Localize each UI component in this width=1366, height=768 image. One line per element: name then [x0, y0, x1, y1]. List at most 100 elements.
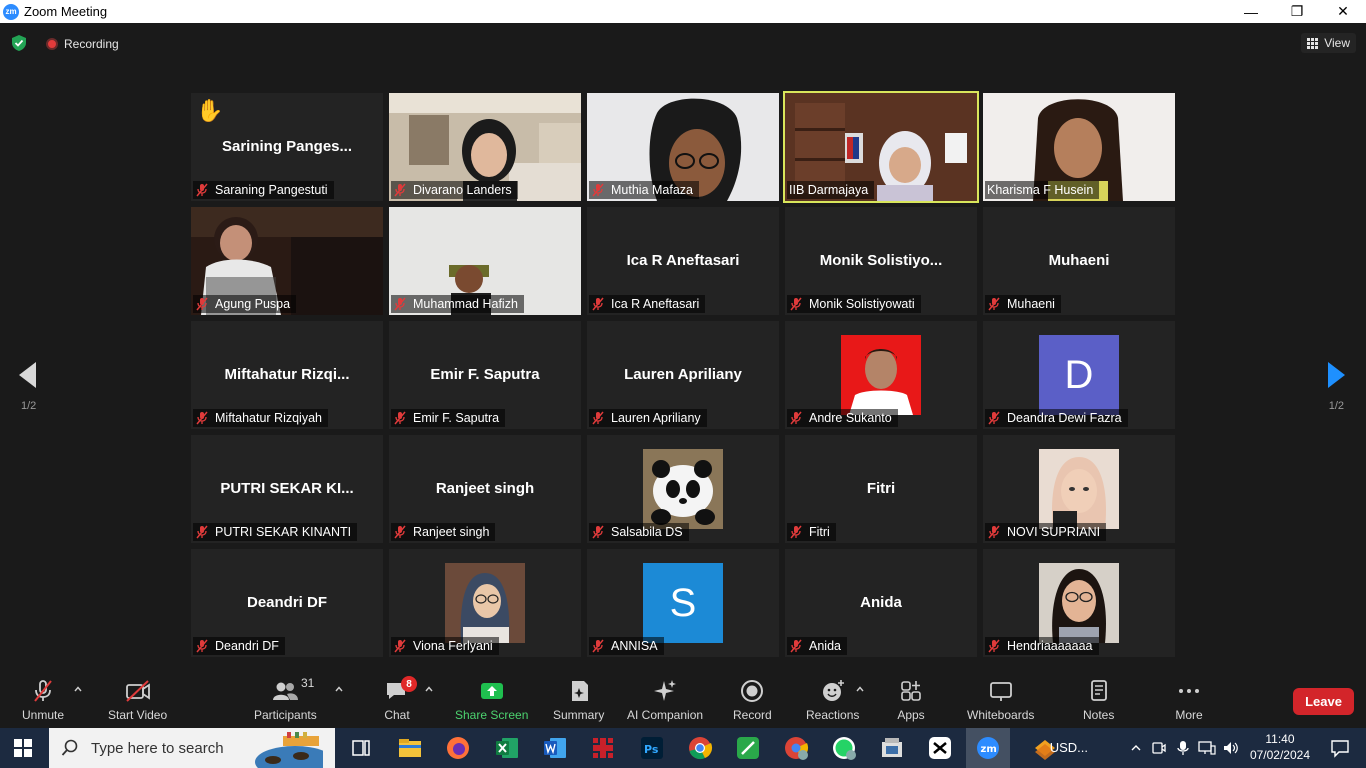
zoom-taskbar-button[interactable]: zm [966, 728, 1010, 768]
participant-tile[interactable]: S ANNISA [587, 549, 779, 657]
svg-text:Ps: Ps [644, 743, 659, 756]
leave-button[interactable]: Leave [1293, 688, 1354, 715]
grid-icon [1307, 37, 1319, 49]
start-video-button[interactable]: Start Video [108, 678, 167, 726]
tray-overflow-caret-icon[interactable] [1130, 742, 1142, 754]
taskbar-clock[interactable]: 11:40 07/02/2024 [1250, 731, 1310, 763]
summary-button[interactable]: Summary [553, 678, 604, 726]
excel-icon[interactable] [493, 734, 521, 762]
participant-name-label: Divarano Landers [391, 181, 518, 199]
green-pen-app-icon[interactable] [734, 734, 762, 762]
file-explorer-icon[interactable] [396, 734, 424, 762]
meet-now-icon[interactable] [1151, 740, 1167, 756]
chrome-profile-icon[interactable] [782, 734, 810, 762]
word-icon[interactable] [541, 734, 569, 762]
whatsapp-icon[interactable] [830, 734, 858, 762]
sparkle-icon [654, 680, 677, 701]
ai-companion-button[interactable]: AI Companion [627, 678, 703, 726]
participant-tile[interactable]: Deandri DF Deandri DF [191, 549, 383, 657]
participants-options-caret-icon[interactable] [334, 684, 344, 694]
security-shield-icon[interactable] [10, 34, 28, 52]
next-page-arrow-icon[interactable] [1320, 360, 1350, 390]
participant-name-label: Deandra Dewi Fazra [985, 409, 1128, 427]
firefox-icon[interactable] [444, 734, 472, 762]
reactions-button[interactable]: Reactions [806, 678, 859, 726]
mic-muted-icon [988, 639, 1000, 653]
chrome-icon[interactable] [686, 734, 714, 762]
participant-tile[interactable]: ✋ Sarining Panges... Saraning Pangestuti [191, 93, 383, 201]
participant-tile[interactable]: Divarano Landers [389, 93, 581, 201]
recording-indicator[interactable]: Recording [46, 37, 119, 51]
unmute-button[interactable]: Unmute [22, 678, 64, 726]
participant-tile[interactable]: Emir F. Saputra Emir F. Saputra [389, 321, 581, 429]
participant-tile[interactable]: Andre Sukanto [785, 321, 977, 429]
participant-name-label: Monik Solistiyowati [787, 295, 921, 313]
mic-muted-icon [196, 297, 208, 311]
taskbar-search-box[interactable]: Type here to search [49, 728, 335, 768]
participant-tile[interactable]: Viona Ferlyani [389, 549, 581, 657]
capcut-icon[interactable] [926, 734, 954, 762]
participant-tile[interactable]: PUTRI SEKAR KI... PUTRI SEKAR KINANTI [191, 435, 383, 543]
mic-muted-icon [988, 297, 1000, 311]
view-button[interactable]: View [1301, 33, 1356, 53]
more-label: More [1175, 708, 1203, 722]
whiteboard-icon [989, 682, 1012, 701]
participant-name-label: Andre Sukanto [787, 409, 898, 427]
participant-tile[interactable]: Muhammad Hafizh [389, 207, 581, 315]
restore-button[interactable]: ❐ [1274, 0, 1320, 23]
participant-tile[interactable]: Lauren Apriliany Lauren Apriliany [587, 321, 779, 429]
meeting-toolbar: Unmute Start Video Participants 31 8 Cha… [0, 672, 1366, 728]
task-view-icon[interactable] [347, 734, 375, 762]
notifications-icon[interactable] [1330, 738, 1350, 758]
whiteboards-button[interactable]: Whiteboards [967, 678, 1034, 726]
participant-tile[interactable]: Salsabila DS [587, 435, 779, 543]
record-dot-icon [46, 38, 58, 50]
participant-tile[interactable]: NOVI SUPRIANI [983, 435, 1175, 543]
summary-icon [571, 681, 588, 701]
participant-tile[interactable]: Miftahatur Rizqi... Miftahatur Rizqiyah [191, 321, 383, 429]
participant-tile[interactable]: Muhaeni Muhaeni [983, 207, 1175, 315]
audio-options-caret-icon[interactable] [73, 684, 83, 694]
network-icon[interactable] [1198, 740, 1216, 756]
share-screen-button[interactable]: Share Screen [455, 678, 528, 726]
participant-name-label: Miftahatur Rizqiyah [193, 409, 328, 427]
participant-tile[interactable]: Ica R Aneftasari Ica R Aneftasari [587, 207, 779, 315]
search-placeholder: Type here to search [91, 739, 224, 757]
apps-button[interactable]: Apps [897, 678, 925, 726]
mic-muted-icon [988, 525, 1000, 539]
store-app-icon[interactable] [878, 734, 906, 762]
microphone-tray-icon[interactable] [1176, 740, 1190, 756]
participant-tile-active-speaker[interactable]: IIB Darmajaya [783, 91, 979, 203]
chat-options-caret-icon[interactable] [424, 684, 434, 694]
participant-tile[interactable]: Hendriaaaaaaa [983, 549, 1175, 657]
participant-name-label: Salsabila DS [589, 523, 689, 541]
participant-name-label: Ica R Aneftasari [589, 295, 706, 313]
close-button[interactable]: ✕ [1320, 0, 1366, 23]
participant-tile[interactable]: Muthia Mafaza [587, 93, 779, 201]
participant-tile[interactable]: Anida Anida [785, 549, 977, 657]
participant-name-label: Lauren Apriliany [589, 409, 707, 427]
mic-muted-icon [790, 297, 802, 311]
reactions-options-caret-icon[interactable] [855, 684, 865, 694]
volume-icon[interactable] [1222, 740, 1240, 756]
notes-button[interactable]: Notes [1083, 678, 1114, 726]
photoshop-icon[interactable]: Ps [638, 734, 666, 762]
summary-label: Summary [553, 708, 605, 722]
participant-tile[interactable]: Ranjeet singh Ranjeet singh [389, 435, 581, 543]
participant-tile[interactable]: D Deandra Dewi Fazra [983, 321, 1175, 429]
apps-label: Apps [897, 708, 925, 722]
participant-tile[interactable]: Monik Solistiyo... Monik Solistiyowati [785, 207, 977, 315]
windows-start-icon[interactable] [14, 739, 32, 757]
chat-button[interactable]: 8 Chat [383, 676, 417, 726]
participant-tile[interactable]: Kharisma F Husein [983, 93, 1175, 201]
participant-tile[interactable]: Fitri Fitri [785, 435, 977, 543]
notes-icon [1090, 680, 1107, 701]
snipping-tool-icon[interactable] [589, 734, 617, 762]
currency-widget-label[interactable]: USD... [1050, 740, 1088, 755]
previous-page-arrow-icon[interactable] [14, 360, 44, 390]
record-button[interactable]: Record [733, 678, 772, 726]
more-button[interactable]: More [1175, 678, 1203, 726]
minimize-button[interactable]: — [1228, 0, 1274, 23]
participant-tile[interactable]: Agung Puspa [191, 207, 383, 315]
notes-label: Notes [1083, 708, 1115, 722]
